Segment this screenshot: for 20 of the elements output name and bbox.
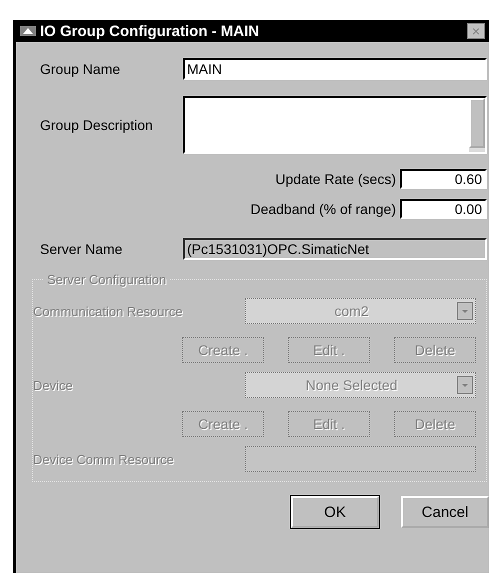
- group-description-field[interactable]: [183, 96, 487, 154]
- field-label: Device Comm Resource: [33, 452, 174, 466]
- field-label: Server Name: [40, 241, 124, 257]
- dialog-button[interactable]: OK: [291, 496, 379, 528]
- field-label: Group Description: [40, 117, 154, 133]
- field-label: Communication Resource: [33, 304, 183, 318]
- field-label: Group Name: [40, 61, 122, 77]
- scrollbar[interactable]: [469, 98, 485, 152]
- deadband-field[interactable]: 0.00: [400, 199, 487, 219]
- field-label: Device: [33, 378, 73, 392]
- window-icon: [20, 25, 36, 37]
- group-title: Server Configuration: [46, 272, 168, 287]
- field-label: Update Rate (secs): [275, 171, 396, 187]
- field-label: Deadband (% of range): [250, 201, 396, 217]
- close-button[interactable]: ×: [467, 23, 485, 39]
- dialog-button[interactable]: Cancel: [401, 496, 489, 528]
- group-name-field[interactable]: MAIN: [183, 58, 487, 80]
- window-title: IO Group Configuration - MAIN: [40, 22, 260, 40]
- server-name-field: (Pc1531031)OPC.SimaticNet: [183, 238, 487, 260]
- update-rate-field[interactable]: 0.60: [400, 169, 487, 189]
